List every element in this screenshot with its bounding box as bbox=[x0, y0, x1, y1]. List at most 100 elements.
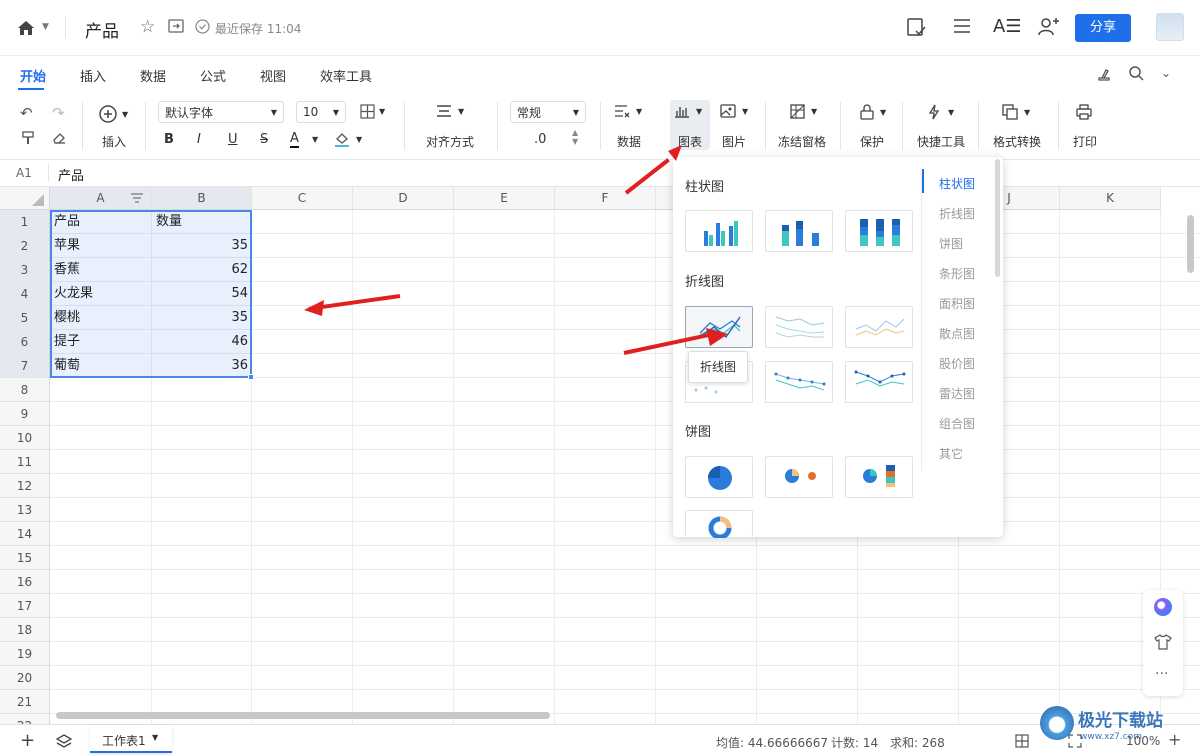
tab-data[interactable]: 数据 bbox=[140, 66, 166, 85]
row-header-13[interactable]: 13 bbox=[0, 498, 50, 522]
underline-button[interactable]: U bbox=[228, 132, 238, 147]
column-header-c[interactable]: C bbox=[252, 187, 353, 210]
formula-input[interactable]: 产品 bbox=[58, 165, 84, 184]
insert-button[interactable]: 插入 bbox=[102, 133, 126, 150]
chart-category-7[interactable]: 雷达图 bbox=[939, 385, 975, 402]
font-size-select[interactable]: 10 ▼ bbox=[296, 101, 346, 123]
fill-handle[interactable] bbox=[248, 374, 254, 380]
chart-thumb-stacked-line[interactable] bbox=[765, 306, 833, 348]
chevron-down-icon[interactable]: ▼ bbox=[42, 22, 49, 32]
column-header-e[interactable]: E bbox=[454, 187, 555, 210]
row-header-9[interactable]: 9 bbox=[0, 402, 50, 426]
tab-formula[interactable]: 公式 bbox=[200, 66, 226, 85]
row-header-4[interactable]: 4 bbox=[0, 282, 50, 306]
decimal-button[interactable]: .0 bbox=[534, 132, 546, 147]
font-family-select[interactable]: 默认字体 ▼ bbox=[158, 101, 284, 123]
more-icon[interactable]: ··· bbox=[1155, 666, 1168, 682]
row-header-21[interactable]: 21 bbox=[0, 690, 50, 714]
chart-thumb-stacked-column[interactable] bbox=[765, 210, 833, 252]
chart-icon[interactable]: ▼ bbox=[674, 104, 702, 118]
chart-thumb-clustered-column[interactable] bbox=[685, 210, 753, 252]
doc-check-icon[interactable] bbox=[905, 16, 927, 41]
image-button[interactable]: 图片 bbox=[722, 133, 746, 150]
chart-category-2[interactable]: 饼图 bbox=[939, 235, 963, 252]
italic-button[interactable]: I bbox=[197, 132, 201, 147]
spreadsheet-grid[interactable]: ABCDEFGHIJK 1234567891011121314151617181… bbox=[0, 187, 1200, 724]
bold-button[interactable]: B bbox=[164, 132, 174, 147]
row-header-20[interactable]: 20 bbox=[0, 666, 50, 690]
add-user-icon[interactable] bbox=[1037, 16, 1059, 41]
move-icon[interactable] bbox=[168, 19, 184, 36]
chart-category-6[interactable]: 股价图 bbox=[939, 355, 975, 372]
row-header-5[interactable]: 5 bbox=[0, 306, 50, 330]
chart-category-8[interactable]: 组合图 bbox=[939, 415, 975, 432]
row-header-6[interactable]: 6 bbox=[0, 330, 50, 354]
decimal-stepper-icon[interactable]: ▲ ▼ bbox=[572, 128, 578, 146]
menu-icon[interactable] bbox=[952, 16, 972, 39]
cell-b7[interactable]: 36 bbox=[152, 354, 252, 378]
column-header-f[interactable]: F bbox=[555, 187, 656, 210]
row-header-11[interactable]: 11 bbox=[0, 450, 50, 474]
lightning-icon[interactable]: ▼ bbox=[926, 104, 954, 120]
vertical-scrollbar[interactable] bbox=[1187, 215, 1194, 273]
print-icon[interactable] bbox=[1076, 104, 1092, 120]
filter-icon[interactable] bbox=[130, 192, 144, 207]
chart-category-0[interactable]: 柱状图 bbox=[939, 175, 975, 192]
chart-thumb-stacked-line-markers[interactable] bbox=[765, 361, 833, 403]
image-icon[interactable]: ▼ bbox=[720, 104, 748, 118]
eraser-icon[interactable] bbox=[52, 131, 66, 145]
row-header-1[interactable]: 1 bbox=[0, 210, 50, 234]
row-header-18[interactable]: 18 bbox=[0, 618, 50, 642]
cell-b5[interactable]: 35 bbox=[152, 306, 252, 330]
fill-color-icon[interactable]: ▼ bbox=[334, 131, 362, 147]
tab-view[interactable]: 视图 bbox=[260, 66, 286, 85]
avatar[interactable] bbox=[1156, 13, 1184, 41]
chart-category-9[interactable]: 其它 bbox=[939, 445, 963, 462]
chart-category-5[interactable]: 散点图 bbox=[939, 325, 975, 342]
row-header-2[interactable]: 2 bbox=[0, 234, 50, 258]
font-color-button[interactable]: A bbox=[290, 131, 299, 148]
chart-thumb-bar-of-pie[interactable] bbox=[845, 456, 913, 498]
column-header-b[interactable]: B bbox=[152, 187, 252, 210]
tab-start[interactable]: 开始 bbox=[20, 66, 46, 85]
tab-insert[interactable]: 插入 bbox=[80, 66, 106, 85]
cell-a2[interactable]: 苹果 bbox=[50, 234, 152, 258]
cell-a3[interactable]: 香蕉 bbox=[50, 258, 152, 282]
print-button[interactable]: 打印 bbox=[1073, 133, 1097, 150]
row-header-8[interactable]: 8 bbox=[0, 378, 50, 402]
strikethrough-button[interactable]: S bbox=[260, 132, 268, 147]
sheet-tab[interactable]: 工作表1 ▼ bbox=[90, 725, 172, 753]
cell-a1[interactable]: 产品 bbox=[50, 210, 152, 234]
cell-b4[interactable]: 54 bbox=[152, 282, 252, 306]
ai-assistant-icon[interactable] bbox=[1154, 598, 1172, 616]
chart-category-3[interactable]: 条形图 bbox=[939, 265, 975, 282]
row-header-22[interactable]: 22 bbox=[0, 714, 50, 724]
convert-icon[interactable]: ▼ bbox=[1002, 104, 1030, 120]
cell-a4[interactable]: 火龙果 bbox=[50, 282, 152, 306]
panel-scrollbar[interactable] bbox=[995, 159, 1000, 277]
row-header-19[interactable]: 19 bbox=[0, 642, 50, 666]
format-painter-icon[interactable] bbox=[1096, 66, 1112, 85]
row-header-10[interactable]: 10 bbox=[0, 426, 50, 450]
column-header-d[interactable]: D bbox=[353, 187, 454, 210]
chart-thumb-percent-column[interactable] bbox=[845, 210, 913, 252]
quick-tools-button[interactable]: 快捷工具 bbox=[917, 133, 965, 150]
chevron-down-icon[interactable]: ▼ bbox=[152, 733, 158, 742]
cell-a5[interactable]: 樱桃 bbox=[50, 306, 152, 330]
cell-b6[interactable]: 46 bbox=[152, 330, 252, 354]
cell-a7[interactable]: 葡萄 bbox=[50, 354, 152, 378]
chart-thumb-pie-of-pie[interactable] bbox=[765, 456, 833, 498]
lock-icon[interactable]: ▼ bbox=[860, 104, 886, 120]
home-icon[interactable] bbox=[16, 18, 36, 38]
cell-b1[interactable]: 数量 bbox=[152, 210, 252, 234]
cell-reference[interactable]: A1 bbox=[16, 166, 32, 180]
row-header-16[interactable]: 16 bbox=[0, 570, 50, 594]
row-header-15[interactable]: 15 bbox=[0, 546, 50, 570]
format-brush-icon[interactable] bbox=[21, 131, 35, 145]
chart-category-4[interactable]: 面积图 bbox=[939, 295, 975, 312]
chart-thumb-percent-line[interactable] bbox=[845, 306, 913, 348]
chart-thumb-pie[interactable] bbox=[685, 456, 753, 498]
view-mode-icon[interactable] bbox=[1015, 734, 1029, 751]
column-header-k[interactable]: K bbox=[1060, 187, 1161, 210]
collapse-ribbon-icon[interactable]: ⌄ bbox=[1161, 66, 1171, 80]
